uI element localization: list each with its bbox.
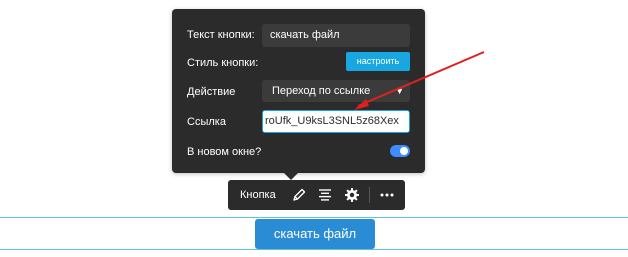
- toolbar-label: Кнопка: [240, 189, 276, 201]
- action-select[interactable]: Переход по ссылке ▼: [262, 80, 410, 102]
- new-window-toggle[interactable]: [390, 145, 410, 157]
- toolbar-separator: [369, 187, 370, 203]
- guide-line-top: [0, 217, 628, 218]
- more-icon[interactable]: [379, 187, 395, 203]
- button-style-label: Стиль кнопки:: [187, 57, 259, 69]
- configure-button[interactable]: настроить: [346, 52, 410, 71]
- chevron-down-icon: ▼: [395, 86, 404, 96]
- action-select-value: Переход по ссылке: [272, 85, 371, 97]
- new-window-label: В новом окне?: [187, 146, 262, 158]
- align-icon[interactable]: [317, 187, 333, 203]
- guide-line-bottom: [0, 249, 628, 250]
- gear-icon[interactable]: [344, 187, 360, 203]
- button-toolbar: Кнопка: [228, 180, 405, 210]
- toggle-knob: [400, 147, 408, 155]
- button-text-label: Текст кнопки:: [187, 29, 255, 41]
- action-label: Действие: [187, 86, 236, 98]
- link-label: Ссылка: [187, 116, 226, 128]
- button-settings-panel: Текст кнопки: скачать файл Стиль кнопки:…: [172, 9, 425, 180]
- link-input[interactable]: roUfk_U9ksL3SNL5z68Xex: [262, 110, 410, 133]
- pencil-icon[interactable]: [291, 187, 307, 203]
- download-file-button[interactable]: скачать файл: [255, 219, 375, 249]
- button-text-input[interactable]: скачать файл: [262, 24, 410, 47]
